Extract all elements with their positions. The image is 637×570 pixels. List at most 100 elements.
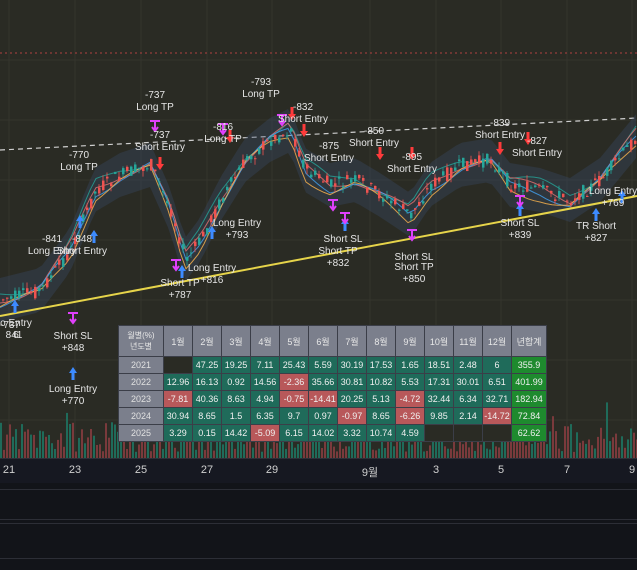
- volume-bar: [633, 432, 635, 458]
- candle: [130, 166, 133, 176]
- volume-bar: [90, 429, 92, 458]
- month-value-cell: 20.25: [337, 390, 367, 408]
- volume-bar: [63, 446, 65, 458]
- candle: [430, 183, 433, 191]
- month-value-cell: 17.31: [424, 373, 454, 391]
- signal-label-line2: +832: [326, 258, 350, 269]
- time-axis[interactable]: 21 23 25 27 29 9월 3 5 7 9: [0, 458, 637, 483]
- x-tick: 5: [497, 464, 505, 476]
- month-header: 5월: [279, 325, 309, 357]
- volume-bar: [558, 448, 560, 458]
- candle: [170, 209, 173, 217]
- volume-bar: [456, 451, 458, 458]
- volume-bar: [15, 429, 17, 458]
- signal-label-line1: Short SL: [53, 331, 93, 342]
- signal-label-line2: Long TP: [60, 162, 98, 173]
- month-value-cell: 18.51: [424, 356, 454, 374]
- candle: [510, 189, 513, 192]
- volume-bar: [84, 443, 86, 458]
- performance-table: 월별(%) 년도별 1월 2월 3월 4월 5월 6월 7월 8월 9월 10월 …: [118, 325, 547, 442]
- candle: [414, 208, 417, 210]
- candle: [550, 190, 553, 194]
- x-tick: 25: [134, 464, 148, 476]
- volume-bar: [171, 439, 173, 458]
- signal-label: -770 Long TP: [60, 150, 98, 174]
- signal-label-line2: Short Entry: [134, 142, 186, 153]
- month-value-cell: -14.41: [308, 390, 338, 408]
- signal-label-line1: 841: [5, 330, 23, 341]
- month-value-cell: 4.59: [395, 424, 425, 442]
- signal-label-line2: Short Entry: [511, 148, 563, 159]
- signal-label-line1: -770: [68, 150, 89, 161]
- volume-bar: [606, 402, 608, 458]
- candle: [222, 197, 225, 203]
- lower-panel[interactable]: [0, 483, 637, 570]
- volume-bar: [36, 447, 38, 458]
- divider: [0, 558, 637, 559]
- signal-label-line1: -827: [526, 136, 547, 147]
- candle: [286, 135, 289, 137]
- volume-bar: [93, 435, 95, 458]
- candle: [362, 178, 365, 181]
- month-header: 1월: [163, 325, 193, 357]
- price-chart[interactable]: -737 Long TP -793 Long TP -832 Short Entry -81…: [0, 0, 637, 483]
- month-value-cell: 10.74: [366, 424, 396, 442]
- year-total-cell: 62.62: [511, 424, 547, 442]
- candle: [530, 187, 533, 189]
- candle: [338, 176, 341, 179]
- month-value-cell: -5.09: [250, 424, 280, 442]
- candle: [574, 198, 577, 201]
- year-total-cell: 72.84: [511, 407, 547, 425]
- month-value-cell: 30.81: [337, 373, 367, 391]
- candle: [190, 252, 193, 254]
- signal-label: -793 Long TP: [242, 77, 280, 101]
- month-value-cell: 30.01: [453, 373, 483, 391]
- candle: [246, 156, 249, 160]
- candle: [534, 185, 537, 187]
- volume-bar: [96, 445, 98, 458]
- signal-label-line2: +793: [225, 230, 249, 241]
- candle: [162, 190, 165, 193]
- candle: [446, 167, 449, 181]
- month-value-cell: 0.15: [192, 424, 222, 442]
- volume-bar: [567, 426, 569, 458]
- candle: [390, 200, 393, 204]
- signal-label-line2: Short Entry: [386, 164, 438, 175]
- candle: [282, 134, 285, 136]
- signal-label: -816 Long TP: [204, 122, 242, 146]
- volume-bar: [9, 424, 11, 458]
- year-total-cell: 182.94: [511, 390, 547, 408]
- signal-label-line1: -839: [489, 118, 510, 129]
- month-value-cell: 8.65: [192, 407, 222, 425]
- candle: [626, 145, 629, 147]
- candle: [434, 177, 437, 187]
- candle: [186, 257, 189, 261]
- volume-bar: [444, 446, 446, 458]
- candle: [22, 288, 25, 290]
- year-cell: 2024: [118, 407, 164, 425]
- candle: [334, 183, 337, 187]
- month-value-cell: 1.65: [395, 356, 425, 374]
- candle: [442, 171, 445, 176]
- volume-bar: [525, 445, 527, 458]
- year-total-cell: 401.99: [511, 373, 547, 391]
- candle: [622, 148, 625, 151]
- volume-bar: [240, 441, 242, 458]
- signal-label-line1: -832: [292, 102, 313, 113]
- signal-label-line1: Short TP: [160, 278, 200, 289]
- month-value-cell: 16.13: [192, 373, 222, 391]
- volume-bar: [234, 448, 236, 458]
- volume-bar: [0, 422, 2, 458]
- volume-bar: [579, 442, 581, 458]
- candle: [494, 170, 497, 172]
- volume-bar: [78, 437, 80, 458]
- volume-bar: [429, 445, 431, 458]
- month-value-cell: 2.14: [453, 407, 483, 425]
- volume-bar: [471, 440, 473, 458]
- volume-bar: [105, 423, 107, 458]
- candle: [114, 172, 117, 174]
- month-value-cell: [424, 424, 454, 442]
- volume-bar: [618, 447, 620, 458]
- candle: [618, 158, 621, 160]
- candle: [482, 158, 485, 168]
